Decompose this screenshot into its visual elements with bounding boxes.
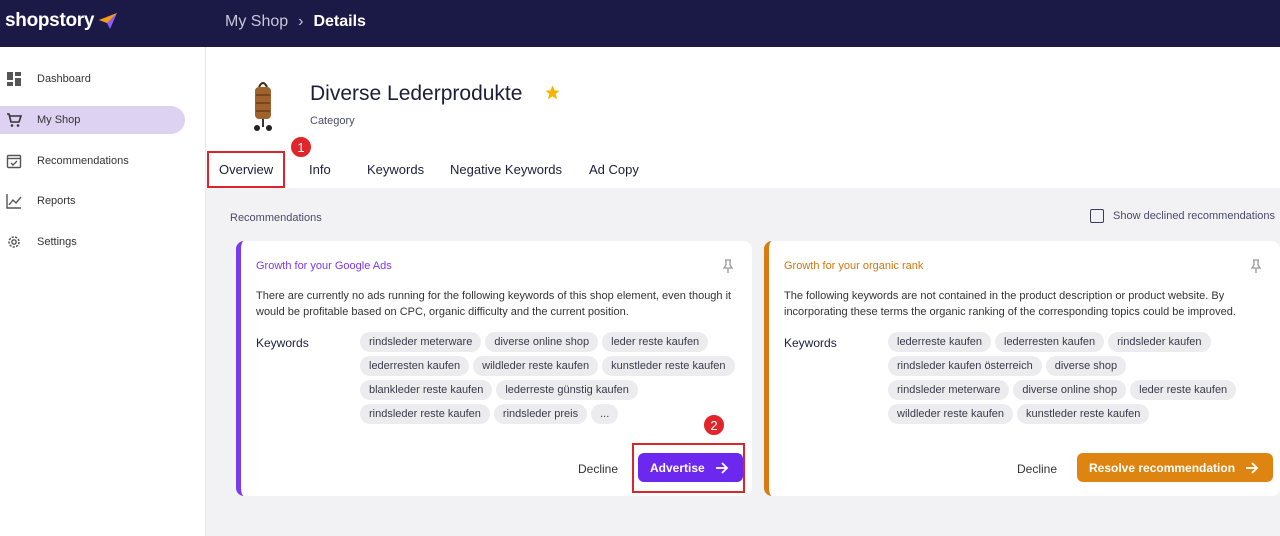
chevron-right-icon: › bbox=[298, 13, 304, 30]
card-title: Growth for your organic rank bbox=[784, 260, 924, 272]
keyword-chip: lederresten kaufen bbox=[360, 356, 470, 376]
keyword-chip: rindsleder preis bbox=[493, 404, 588, 424]
step-badge-1: 1 bbox=[290, 136, 312, 158]
star-icon[interactable] bbox=[544, 84, 561, 101]
breadcrumb-details: Details bbox=[313, 13, 366, 30]
pin-icon[interactable] bbox=[1250, 259, 1262, 274]
product-category: Category bbox=[310, 115, 355, 127]
product-image bbox=[254, 82, 272, 131]
keyword-chip: rindsleder meterware bbox=[360, 332, 482, 352]
tab-overview[interactable]: Overview bbox=[207, 151, 286, 188]
keyword-chip: rindsleder meterware bbox=[888, 380, 1010, 400]
tab-ad-copy[interactable]: Ad Copy bbox=[589, 151, 639, 188]
highlight-box bbox=[632, 443, 745, 493]
card-title: Growth for your Google Ads bbox=[256, 260, 392, 272]
keyword-chip: kunstleder reste kaufen bbox=[1017, 404, 1150, 424]
tab-info[interactable]: Info bbox=[309, 151, 331, 188]
keyword-chip: leder reste kaufen bbox=[602, 332, 709, 352]
keyword-chips: rindsleder meterware diverse online shop… bbox=[360, 332, 745, 424]
keyword-chip: kunstleder reste kaufen bbox=[602, 356, 735, 376]
keywords-label: Keywords bbox=[256, 336, 309, 350]
resolve-label: Resolve recommendation bbox=[1089, 460, 1236, 475]
keyword-chip: lederreste kaufen bbox=[888, 332, 991, 352]
sidebar-item-my-shop[interactable]: My Shop bbox=[0, 106, 185, 134]
decline-button[interactable]: Decline bbox=[1017, 462, 1057, 476]
show-declined-label: Show declined recommendations bbox=[1113, 210, 1276, 222]
tab-bar: Overview Info Keywords Negative Keywords… bbox=[206, 151, 1280, 188]
keyword-chip: diverse online shop bbox=[485, 332, 599, 352]
keyword-chip: rindsleder reste kaufen bbox=[360, 404, 490, 424]
keyword-chip: leder reste kaufen bbox=[1130, 380, 1237, 400]
sidebar-item-label: My Shop bbox=[37, 114, 81, 126]
tab-keywords[interactable]: Keywords bbox=[367, 151, 424, 188]
keyword-chip: lederresten kaufen bbox=[995, 332, 1105, 352]
keyword-chip: wildleder reste kaufen bbox=[473, 356, 599, 376]
top-bar: shopstory My Shop › Details bbox=[0, 0, 1280, 47]
recommendation-card-organic-rank: Growth for your organic rank The followi… bbox=[764, 241, 1280, 496]
keyword-chip: diverse shop bbox=[1045, 356, 1127, 376]
breadcrumb: My Shop › Details bbox=[225, 13, 366, 31]
gear-icon bbox=[8, 236, 20, 248]
main-content: Diverse Lederprodukte Category Overview … bbox=[206, 47, 1280, 536]
sidebar-item-label: Settings bbox=[37, 236, 77, 248]
sidebar-item-label: Reports bbox=[37, 195, 76, 207]
more-keywords-chip[interactable]: ... bbox=[591, 404, 619, 424]
sidebar-item-reports[interactable]: Reports bbox=[0, 187, 185, 215]
keywords-label: Keywords bbox=[784, 336, 837, 350]
keyword-chip: wildleder reste kaufen bbox=[888, 404, 1014, 424]
show-declined-toggle[interactable]: Show declined recommendations bbox=[1090, 209, 1275, 223]
step-badge-2: 2 bbox=[703, 414, 725, 436]
sidebar-item-label: Recommendations bbox=[37, 155, 129, 167]
card-description: The following keywords are not contained… bbox=[784, 290, 1236, 318]
recommendations-label: Recommendations bbox=[230, 212, 322, 224]
keyword-chip: rindsleder kaufen österreich bbox=[888, 356, 1042, 376]
keyword-chip: rindsleder kaufen bbox=[1108, 332, 1211, 352]
keyword-chip: diverse online shop bbox=[1013, 380, 1127, 400]
paper-plane-icon bbox=[99, 13, 117, 29]
sidebar-item-settings[interactable]: Settings bbox=[0, 228, 185, 256]
sidebar: Dashboard My Shop Recommendations Report… bbox=[0, 47, 206, 536]
arrow-right-icon bbox=[1246, 461, 1259, 474]
tab-negative-keywords[interactable]: Negative Keywords bbox=[450, 151, 562, 188]
sidebar-item-label: Dashboard bbox=[37, 73, 91, 85]
breadcrumb-my-shop[interactable]: My Shop bbox=[225, 13, 288, 30]
cart-icon bbox=[7, 113, 22, 127]
sidebar-item-recommendations[interactable]: Recommendations bbox=[0, 147, 185, 175]
resolve-recommendation-button[interactable]: Resolve recommendation bbox=[1077, 453, 1274, 482]
decline-button[interactable]: Decline bbox=[578, 462, 618, 476]
recommendations-panel: Recommendations Show declined recommenda… bbox=[206, 188, 1280, 536]
show-declined-checkbox[interactable] bbox=[1090, 209, 1104, 223]
chart-line-icon bbox=[6, 194, 22, 209]
card-description: There are currently no ads running for t… bbox=[256, 290, 732, 318]
product-title: Diverse Lederprodukte bbox=[310, 82, 523, 105]
pin-icon[interactable] bbox=[722, 259, 734, 274]
dashboard-icon bbox=[7, 72, 21, 86]
keyword-chip: blankleder reste kaufen bbox=[360, 380, 493, 400]
logo[interactable]: shopstory bbox=[5, 10, 94, 32]
calendar-check-icon bbox=[6, 154, 22, 169]
keyword-chips: lederreste kaufen lederresten kaufen rin… bbox=[888, 332, 1248, 424]
keyword-chip: lederreste günstig kaufen bbox=[496, 380, 638, 400]
sidebar-item-dashboard[interactable]: Dashboard bbox=[0, 65, 185, 93]
